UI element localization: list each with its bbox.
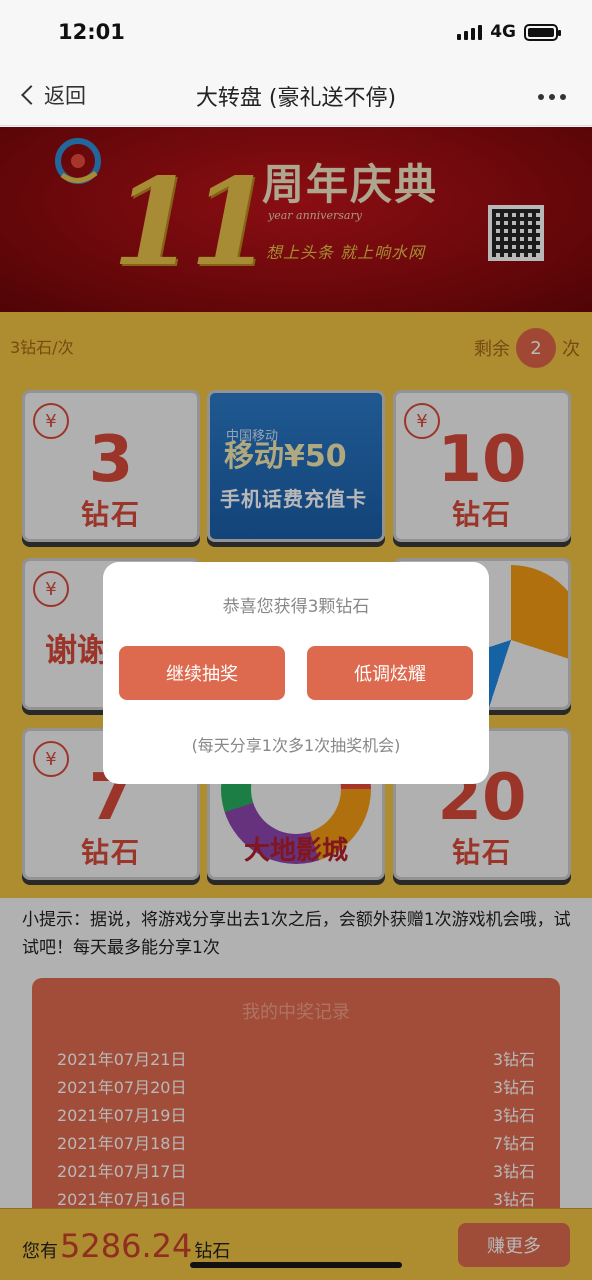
status-time: 12:01 — [58, 20, 125, 44]
share-button[interactable]: 低调炫耀 — [307, 646, 473, 700]
continue-draw-button[interactable]: 继续抽奖 — [119, 646, 285, 700]
battery-icon — [524, 23, 561, 41]
prize-result-dialog: 恭喜您获得3颗钻石 继续抽奖 低调炫耀 (每天分享1次多1次抽奖机会) — [103, 562, 489, 784]
nav-bar: 返回 大转盘 (豪礼送不停) — [0, 66, 592, 126]
page-title: 大转盘 (豪礼送不停) — [195, 86, 397, 111]
share-note: (每天分享1次多1次抽奖机会) — [191, 736, 401, 755]
more-options-icon[interactable] — [538, 94, 566, 100]
prize-message: 恭喜您获得3颗钻石 — [222, 597, 370, 617]
signal-icon — [457, 24, 483, 40]
status-bar: 12:01 4G — [0, 0, 592, 66]
status-indicators: 4G — [457, 22, 561, 42]
network-type: 4G — [490, 22, 516, 42]
home-indicator[interactable] — [190, 1262, 402, 1268]
